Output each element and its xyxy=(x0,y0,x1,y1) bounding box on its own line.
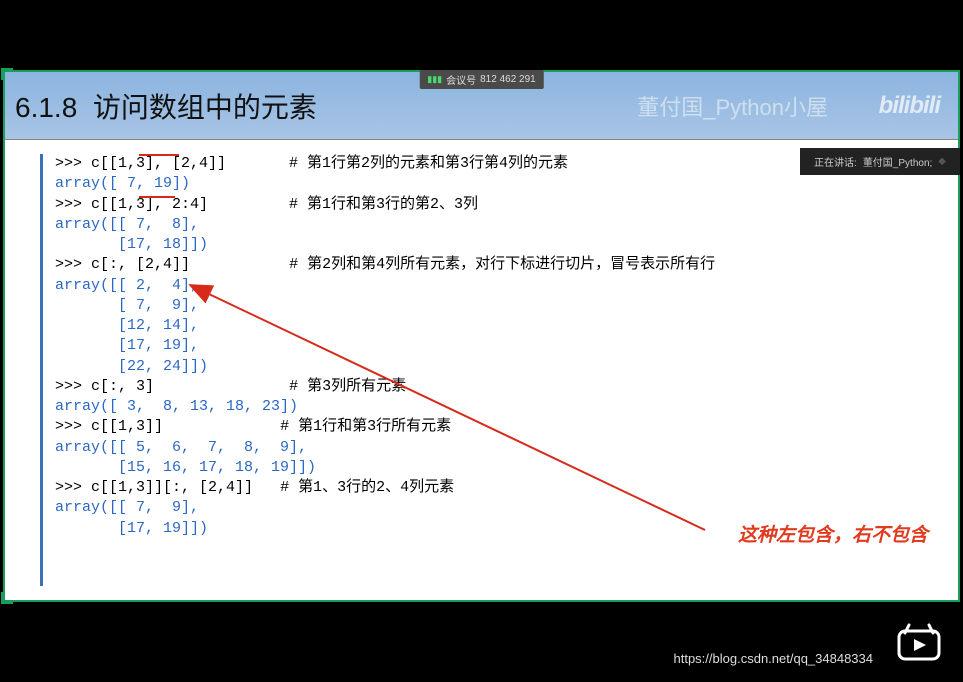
margin-line xyxy=(40,154,43,586)
status-prefix: 正在讲话: xyxy=(814,154,857,169)
code-comment-4: # 第3列所有元素 xyxy=(289,378,406,395)
verified-icon: ◆ xyxy=(938,156,946,167)
code-output-6: array([[ 7, 9], [17, 19]]) xyxy=(55,499,208,536)
code-comment-5: # 第1行和第3行所有元素 xyxy=(280,418,451,435)
signal-icon: ▮▮▮ xyxy=(427,74,442,85)
meeting-badge: ▮▮▮ 会议号 812 462 291 xyxy=(419,70,543,89)
code-output-1: array([ 7, 19]) xyxy=(55,175,190,192)
code-input-5: >>> c[[1,3]] xyxy=(55,418,163,435)
code-content: >>> c[[1,3], [2,4]] # 第1行第2列的元素和第3行第4列的元… xyxy=(5,140,958,600)
bilibili-logo: bilibili xyxy=(879,92,940,120)
code-output-4: array([ 3, 8, 13, 18, 23]) xyxy=(55,398,298,415)
speaker-status: 正在讲话: 董付国_Python; ◆ xyxy=(800,148,960,175)
code-output-3: array([[ 2, 4], [ 7, 9], [12, 14], [17, … xyxy=(55,277,208,375)
code-input-1: >>> c[[1,3], [2,4]] xyxy=(55,155,226,172)
author-label: 董付国_Python小屋 xyxy=(637,90,828,122)
code-output-2: array([[ 7, 8], [17, 18]]) xyxy=(55,216,208,253)
code-block: >>> c[[1,3], [2,4]] # 第1行第2列的元素和第3行第4列的元… xyxy=(55,154,938,539)
meeting-number: 812 462 291 xyxy=(480,74,536,85)
annotation-text: 这种左包含，右不包含 xyxy=(738,520,928,547)
underline-1 xyxy=(139,154,179,156)
meeting-label: 会议号 xyxy=(446,72,476,87)
section-heading: 访问数组中的元素 xyxy=(93,92,317,123)
code-input-4: >>> c[:, 3] xyxy=(55,378,154,395)
slide-header: ▮▮▮ 会议号 812 462 291 6.1.8 访问数组中的元素 董付国_P… xyxy=(5,72,958,140)
watermark-url: https://blog.csdn.net/qq_34848334 xyxy=(674,651,874,666)
code-comment-1: # 第1行第2列的元素和第3行第4列的元素 xyxy=(289,155,568,172)
underline-2 xyxy=(139,196,175,198)
code-input-2: >>> c[[1,3], 2:4] xyxy=(55,196,208,213)
code-output-5: array([[ 5, 6, 7, 8, 9], [15, 16, 17, 18… xyxy=(55,439,316,476)
play-icon[interactable] xyxy=(895,621,943,674)
code-comment-3: # 第2列和第4列所有元素，对行下标进行切片，冒号表示所有行 xyxy=(289,256,715,273)
status-speaker: 董付国_Python; xyxy=(863,154,932,169)
code-comment-6: # 第1、3行的2、4列元素 xyxy=(280,479,454,496)
section-title: 6.1.8 访问数组中的元素 xyxy=(15,86,317,126)
code-comment-2: # 第1行和第3行的第2、3列 xyxy=(289,196,478,213)
section-number: 6.1.8 xyxy=(15,92,77,123)
code-input-6: >>> c[[1,3]][:, [2,4]] xyxy=(55,479,253,496)
code-input-3: >>> c[:, [2,4]] xyxy=(55,256,190,273)
